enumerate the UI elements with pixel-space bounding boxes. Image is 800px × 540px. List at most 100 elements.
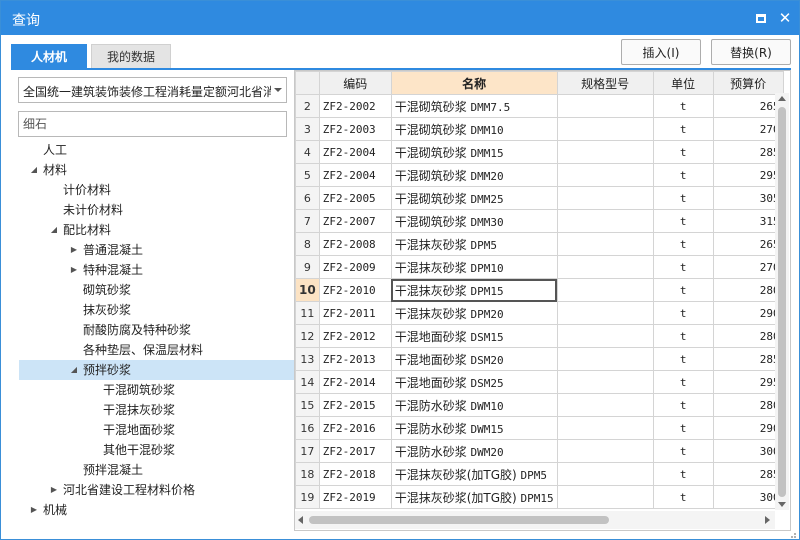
- code-cell[interactable]: ZF2-2005: [318, 186, 392, 210]
- price-cell[interactable]: 280: [712, 324, 784, 348]
- table-row[interactable]: 3 ZF2-2003 干混砌筑砂浆 DMM10 t 270: [295, 117, 784, 141]
- table-row[interactable]: 15 ZF2-2015 干混防水砂浆 DWM10 t 280: [295, 393, 784, 417]
- name-cell[interactable]: 干混抹灰砂浆 DPM5: [390, 232, 558, 256]
- spec-cell[interactable]: [556, 347, 654, 371]
- unit-cell[interactable]: t: [652, 462, 714, 486]
- resize-grip-icon[interactable]: [787, 529, 797, 539]
- column-header[interactable]: 单位: [652, 71, 714, 95]
- table-row[interactable]: 16 ZF2-2016 干混防水砂浆 DWM15 t 290: [295, 416, 784, 440]
- unit-cell[interactable]: t: [652, 485, 714, 509]
- price-cell[interactable]: 280: [712, 393, 784, 417]
- tree-node[interactable]: 干混砌筑砂浆: [11, 380, 294, 400]
- unit-cell[interactable]: t: [652, 370, 714, 394]
- search-input[interactable]: [18, 111, 287, 137]
- name-cell[interactable]: 干混地面砂浆 DSM25: [390, 370, 558, 394]
- spec-cell[interactable]: [556, 393, 654, 417]
- row-number[interactable]: 3: [295, 117, 320, 141]
- code-cell[interactable]: ZF2-2013: [318, 347, 392, 371]
- scroll-left-icon[interactable]: [298, 516, 303, 524]
- code-cell[interactable]: ZF2-2016: [318, 416, 392, 440]
- price-cell[interactable]: 265: [712, 232, 784, 256]
- column-header[interactable]: 编码: [318, 71, 392, 95]
- price-cell[interactable]: 300: [712, 439, 784, 463]
- price-cell[interactable]: 305: [712, 186, 784, 210]
- tree-node[interactable]: ▶ 特种混凝土: [11, 260, 294, 280]
- tree-node[interactable]: 人工: [11, 140, 294, 160]
- row-number[interactable]: 6: [295, 186, 320, 210]
- spec-cell[interactable]: [556, 278, 654, 302]
- row-number[interactable]: 18: [295, 462, 320, 486]
- row-number[interactable]: 19: [295, 485, 320, 509]
- table-row[interactable]: 19 ZF2-2019 干混抹灰砂浆(加TG胶) DPM15 t 300: [295, 485, 784, 509]
- row-number[interactable]: 11: [295, 301, 320, 325]
- code-cell[interactable]: ZF2-2002: [318, 94, 392, 118]
- unit-cell[interactable]: t: [652, 347, 714, 371]
- vertical-scrollbar[interactable]: [775, 93, 789, 510]
- name-cell[interactable]: 干混抹灰砂浆(加TG胶) DPM5: [390, 462, 558, 486]
- code-cell[interactable]: ZF2-2008: [318, 232, 392, 256]
- row-number[interactable]: 16: [295, 416, 320, 440]
- unit-cell[interactable]: t: [652, 140, 714, 164]
- table-row[interactable]: 11 ZF2-2011 干混抹灰砂浆 DPM20 t 290: [295, 301, 784, 325]
- price-cell[interactable]: 315: [712, 209, 784, 233]
- title-bar[interactable]: 查询 ✕: [1, 1, 799, 35]
- unit-cell[interactable]: t: [652, 163, 714, 187]
- price-cell[interactable]: 280: [712, 278, 784, 302]
- tree-node[interactable]: 其他干混砂浆: [11, 440, 294, 460]
- tree-node[interactable]: 耐酸防腐及特种砂浆: [11, 320, 294, 340]
- code-cell[interactable]: ZF2-2004: [318, 163, 392, 187]
- price-cell[interactable]: 285: [712, 140, 784, 164]
- tree-collapsed-icon[interactable]: ▶: [69, 260, 79, 280]
- table-row[interactable]: 14 ZF2-2014 干混地面砂浆 DSM25 t 295: [295, 370, 784, 394]
- tree-node[interactable]: 抹灰砂浆: [11, 300, 294, 320]
- tree-collapsed-icon[interactable]: ▶: [49, 480, 59, 500]
- name-cell[interactable]: 干混抹灰砂浆(加TG胶) DPM15: [390, 485, 558, 509]
- spec-cell[interactable]: [556, 140, 654, 164]
- scroll-up-icon[interactable]: [778, 96, 786, 101]
- row-number[interactable]: 2: [295, 94, 320, 118]
- name-cell[interactable]: 干混砌筑砂浆 DMM30: [390, 209, 558, 233]
- name-cell[interactable]: 干混地面砂浆 DSM20: [390, 347, 558, 371]
- row-number[interactable]: 5: [295, 163, 320, 187]
- price-cell[interactable]: 290: [712, 301, 784, 325]
- tree-expanded-icon[interactable]: ◢: [49, 220, 59, 240]
- code-cell[interactable]: ZF2-2007: [318, 209, 392, 233]
- name-cell[interactable]: 干混抹灰砂浆 DPM10: [390, 255, 558, 279]
- code-cell[interactable]: ZF2-2015: [318, 393, 392, 417]
- column-header[interactable]: [295, 71, 320, 95]
- tree-node[interactable]: 干混抹灰砂浆: [11, 400, 294, 420]
- row-number[interactable]: 17: [295, 439, 320, 463]
- scroll-right-icon[interactable]: [765, 516, 770, 524]
- row-number[interactable]: 10: [295, 278, 320, 302]
- spec-cell[interactable]: [556, 370, 654, 394]
- horizontal-scrollbar[interactable]: [295, 511, 775, 529]
- table-row[interactable]: 17 ZF2-2017 干混防水砂浆 DWM20 t 300: [295, 439, 784, 463]
- row-number[interactable]: 12: [295, 324, 320, 348]
- table-row[interactable]: 18 ZF2-2018 干混抹灰砂浆(加TG胶) DPM5 t 285: [295, 462, 784, 486]
- table-row[interactable]: 5 ZF2-2004 干混砌筑砂浆 DMM20 t 295: [295, 163, 784, 187]
- row-number[interactable]: 13: [295, 347, 320, 371]
- unit-cell[interactable]: t: [652, 117, 714, 141]
- spec-cell[interactable]: [556, 186, 654, 210]
- name-cell[interactable]: 干混防水砂浆 DWM15: [390, 416, 558, 440]
- unit-cell[interactable]: t: [652, 186, 714, 210]
- code-cell[interactable]: ZF2-2012: [318, 324, 392, 348]
- table-row[interactable]: 12 ZF2-2012 干混地面砂浆 DSM15 t 280: [295, 324, 784, 348]
- unit-cell[interactable]: t: [652, 255, 714, 279]
- unit-cell[interactable]: t: [652, 209, 714, 233]
- table-row[interactable]: 13 ZF2-2013 干混地面砂浆 DSM20 t 285: [295, 347, 784, 371]
- spec-cell[interactable]: [556, 439, 654, 463]
- horizontal-scroll-thumb[interactable]: [309, 516, 609, 524]
- name-cell[interactable]: 干混抹灰砂浆 DPM20: [390, 301, 558, 325]
- unit-cell[interactable]: t: [652, 439, 714, 463]
- code-cell[interactable]: ZF2-2019: [318, 485, 392, 509]
- name-cell[interactable]: 干混砌筑砂浆 DMM20: [390, 163, 558, 187]
- name-cell[interactable]: 干混防水砂浆 DWM20: [390, 439, 558, 463]
- unit-cell[interactable]: t: [652, 416, 714, 440]
- spec-cell[interactable]: [556, 209, 654, 233]
- tab-rencaiji[interactable]: 人材机: [11, 44, 87, 68]
- unit-cell[interactable]: t: [652, 94, 714, 118]
- code-cell[interactable]: ZF2-2010: [318, 278, 392, 302]
- name-cell[interactable]: 干混地面砂浆 DSM15: [390, 324, 558, 348]
- name-cell[interactable]: 干混砌筑砂浆 DMM25: [390, 186, 558, 210]
